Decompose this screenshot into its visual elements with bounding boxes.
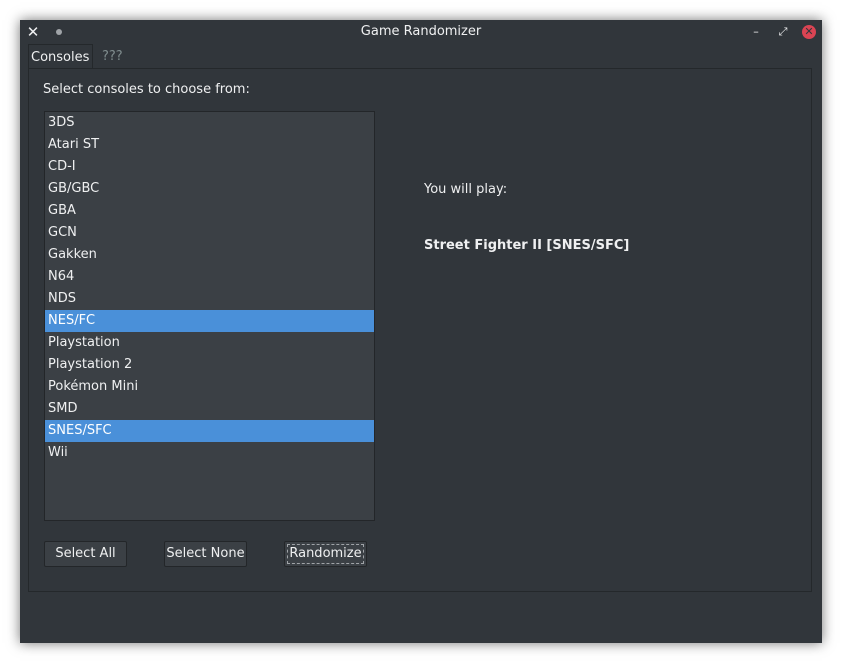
select-all-button[interactable]: Select All [44,541,127,567]
list-item[interactable]: Playstation [45,332,374,354]
result-game: Street Fighter II [SNES/SFC] [424,238,630,253]
list-item[interactable]: Wii [45,442,374,464]
list-item[interactable]: GBA [45,200,374,222]
randomize-button[interactable]: Randomize [284,541,367,567]
status-bar [20,592,822,643]
list-item[interactable]: CD-I [45,156,374,178]
list-item[interactable]: 3DS [45,112,374,134]
list-item[interactable]: GB/GBC [45,178,374,200]
list-item[interactable]: GCN [45,222,374,244]
list-item[interactable]: Gakken [45,244,374,266]
title-bar[interactable]: ✕ Game Randomizer – ⤢ ✕ [20,20,822,44]
list-item[interactable]: NES/FC [45,310,374,332]
maximize-button[interactable]: ⤢ [775,24,791,40]
result-label: You will play: [424,182,508,197]
tab-consoles[interactable]: Consoles [28,44,93,69]
list-item[interactable]: SNES/SFC [45,420,374,442]
console-list-prompt: Select consoles to choose from: [43,82,250,97]
randomize-label: Randomize [289,546,362,561]
select-none-button[interactable]: Select None [164,541,247,567]
list-item[interactable]: SMD [45,398,374,420]
minimize-button[interactable]: – [748,24,764,40]
list-item[interactable]: NDS [45,288,374,310]
list-item[interactable]: Playstation 2 [45,354,374,376]
window-title: Game Randomizer [360,24,482,39]
tab-unknown[interactable]: ??? [94,44,134,69]
list-item[interactable]: Atari ST [45,134,374,156]
console-list[interactable]: 3DS Atari ST CD-I GB/GBC GBA GCN Gakken N64 NDS N… [44,111,375,521]
consoles-panel: Select consoles to choose from: 3DS Atari… [28,68,812,592]
list-item[interactable]: Pokémon Mini [45,376,374,398]
app-window: ✕ Game Randomizer – ⤢ ✕ Consoles ??? Sel… [20,20,822,643]
close-button[interactable]: ✕ [802,25,816,39]
list-item[interactable]: N64 [45,266,374,288]
